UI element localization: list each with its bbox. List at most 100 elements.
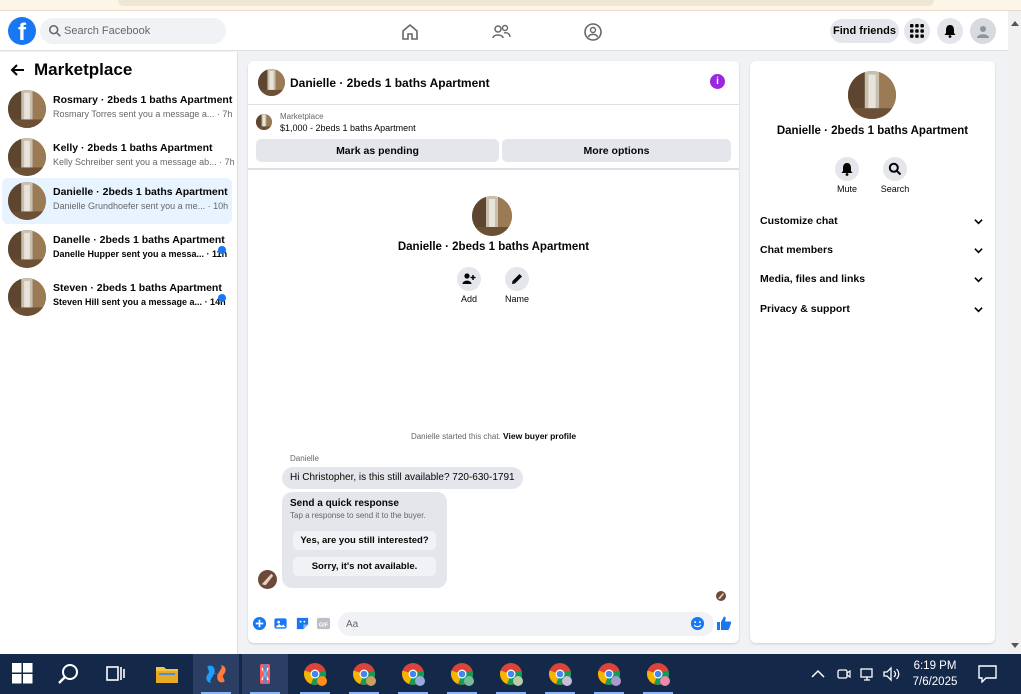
chrome-profile-button[interactable]: [341, 654, 387, 694]
copilot-icon: [206, 665, 226, 683]
sidebar-title: Marketplace: [34, 60, 133, 79]
gif-icon-label: GIF: [319, 622, 329, 628]
listing-price[interactable]: $1,000 - 2beds 1 baths Apartment: [280, 123, 416, 133]
conversation-preview: Danelle Hupper sent you a messa... · 11h: [53, 249, 228, 259]
facebook-logo-icon[interactable]: f: [8, 17, 36, 45]
conversation-item[interactable]: Danelle · 2beds 1 baths Apartment Danell…: [2, 226, 232, 272]
chrome-profile-button[interactable]: [439, 654, 485, 694]
conversation-title: Kelly · 2beds 1 baths Apartment: [53, 142, 213, 154]
task-view-button[interactable]: [93, 654, 139, 694]
plus-circle-icon[interactable]: [252, 616, 267, 631]
chevron-down-icon: [974, 307, 983, 313]
conversation-avatar: [8, 138, 46, 176]
conversation-item[interactable]: Kelly · 2beds 1 baths Apartment Kelly Sc…: [2, 134, 235, 180]
conversation-preview: Kelly Schreiber sent you a message ab...…: [53, 157, 235, 167]
scroll-up-arrow-icon[interactable]: [1011, 21, 1019, 26]
notifications-button[interactable]: [937, 18, 963, 44]
emoji-icon[interactable]: [690, 616, 705, 631]
thumbs-up-icon[interactable]: [716, 615, 732, 631]
chevron-up-icon[interactable]: [810, 667, 826, 681]
name-button[interactable]: Name: [492, 267, 542, 304]
network-icon[interactable]: [860, 666, 876, 682]
avatar-icon: [977, 26, 989, 38]
scroll-down-arrow-icon[interactable]: [1011, 643, 1019, 648]
search-box[interactable]: [40, 18, 226, 44]
section-label: Privacy & support: [760, 303, 850, 315]
message-input[interactable]: [338, 612, 714, 636]
chat-title[interactable]: Danielle · 2beds 1 baths Apartment: [290, 76, 490, 90]
chat-header-avatar[interactable]: [258, 69, 285, 96]
section-label: Media, files and links: [760, 273, 866, 285]
chrome-icon: [500, 663, 523, 686]
listing-thumbnail[interactable]: [256, 114, 272, 130]
mute-button[interactable]: Mute: [822, 157, 872, 194]
chat-panel: Danielle · 2beds 1 baths Apartment i Mar…: [248, 61, 739, 643]
search-chat-button[interactable]: Search: [870, 157, 920, 194]
copilot-button[interactable]: [193, 654, 239, 694]
chrome-profile-button[interactable]: [292, 654, 338, 694]
details-avatar[interactable]: [848, 71, 896, 119]
conversation-title: Danielle · 2beds 1 baths Apartment: [53, 186, 228, 198]
browser-tab-pill: [118, 0, 934, 6]
search-input[interactable]: [64, 18, 222, 44]
taskbar-search-button[interactable]: [46, 654, 92, 694]
quick-reply-sorry-button[interactable]: Sorry, it's not available.: [293, 557, 436, 576]
more-options-button[interactable]: More options: [502, 139, 731, 162]
conversation-item[interactable]: Rosmary · 2beds 1 baths Apartment Rosmar…: [2, 86, 232, 132]
conversation-item[interactable]: Steven · 2beds 1 baths Apartment Steven …: [2, 274, 232, 320]
conversation-item-active[interactable]: Danielle · 2beds 1 baths Apartment Danie…: [2, 178, 232, 224]
listing-label: Marketplace: [280, 112, 324, 121]
bell-icon: [841, 163, 853, 176]
start-button[interactable]: [0, 654, 46, 694]
conversation-preview: Steven Hill sent you a message a... · 14…: [53, 297, 226, 307]
chat-header: Danielle · 2beds 1 baths Apartment i: [248, 61, 739, 105]
sender-avatar[interactable]: [258, 570, 277, 589]
groups-icon[interactable]: [583, 22, 603, 42]
profile-name: Danielle · 2beds 1 baths Apartment: [397, 241, 590, 253]
menu-grid-button[interactable]: [904, 18, 930, 44]
profile-avatar-button[interactable]: [970, 18, 996, 44]
chrome-profile-button[interactable]: [537, 654, 583, 694]
chrome-profile-button[interactable]: [488, 654, 534, 694]
chrome-profile-button[interactable]: [586, 654, 632, 694]
find-friends-button[interactable]: Find friends: [830, 19, 899, 43]
chrome-profile-button[interactable]: [635, 654, 681, 694]
home-icon[interactable]: [400, 22, 420, 42]
view-buyer-profile-link[interactable]: View buyer profile: [503, 431, 576, 441]
gif-icon[interactable]: GIF: [316, 616, 331, 631]
pencil-icon: [512, 274, 522, 284]
message-bubble[interactable]: Hi Christopher, is this still available?…: [282, 467, 523, 489]
info-icon[interactable]: i: [710, 74, 725, 89]
media-files-links-row[interactable]: Media, files and links: [760, 270, 985, 290]
chrome-icon: [647, 663, 670, 686]
conversation-title: Steven · 2beds 1 baths Apartment: [53, 282, 222, 294]
add-button[interactable]: Add: [444, 267, 494, 304]
conversation-preview: Rosmary Torres sent you a message a... ·…: [53, 109, 233, 119]
back-arrow-icon[interactable]: [10, 62, 26, 78]
page-scrollbar[interactable]: [1008, 11, 1021, 654]
customize-chat-row[interactable]: Customize chat: [760, 212, 985, 232]
photo-icon[interactable]: [273, 616, 288, 631]
windows-logo-icon: [12, 663, 33, 684]
friends-icon[interactable]: [491, 22, 511, 42]
file-explorer-button[interactable]: [144, 654, 190, 694]
top-navigation-bar: f Find friends: [0, 11, 1008, 51]
clock-time: 6:19 PM: [913, 660, 957, 672]
chat-started-notice: Danielle started this chat. View buyer p…: [248, 431, 739, 441]
quick-reply-yes-button[interactable]: Yes, are you still interested?: [293, 531, 436, 550]
chevron-down-icon: [974, 219, 983, 225]
snipping-tool-button[interactable]: [242, 654, 288, 694]
chrome-profile-button[interactable]: [390, 654, 436, 694]
profile-avatar[interactable]: [472, 196, 512, 236]
mark-as-pending-button[interactable]: Mark as pending: [256, 139, 499, 162]
system-clock[interactable]: 6:19 PM 7/6/2025: [900, 658, 970, 690]
meet-now-icon[interactable]: [836, 666, 852, 682]
chat-members-row[interactable]: Chat members: [760, 241, 985, 261]
privacy-support-row[interactable]: Privacy & support: [760, 300, 985, 320]
notification-center-icon[interactable]: [978, 665, 997, 683]
sticker-icon[interactable]: [295, 616, 310, 631]
task-view-icon: [106, 666, 125, 681]
quick-response-card: Send a quick response Tap a response to …: [282, 492, 447, 588]
snipping-icon: [260, 664, 270, 684]
volume-icon[interactable]: [883, 666, 901, 682]
